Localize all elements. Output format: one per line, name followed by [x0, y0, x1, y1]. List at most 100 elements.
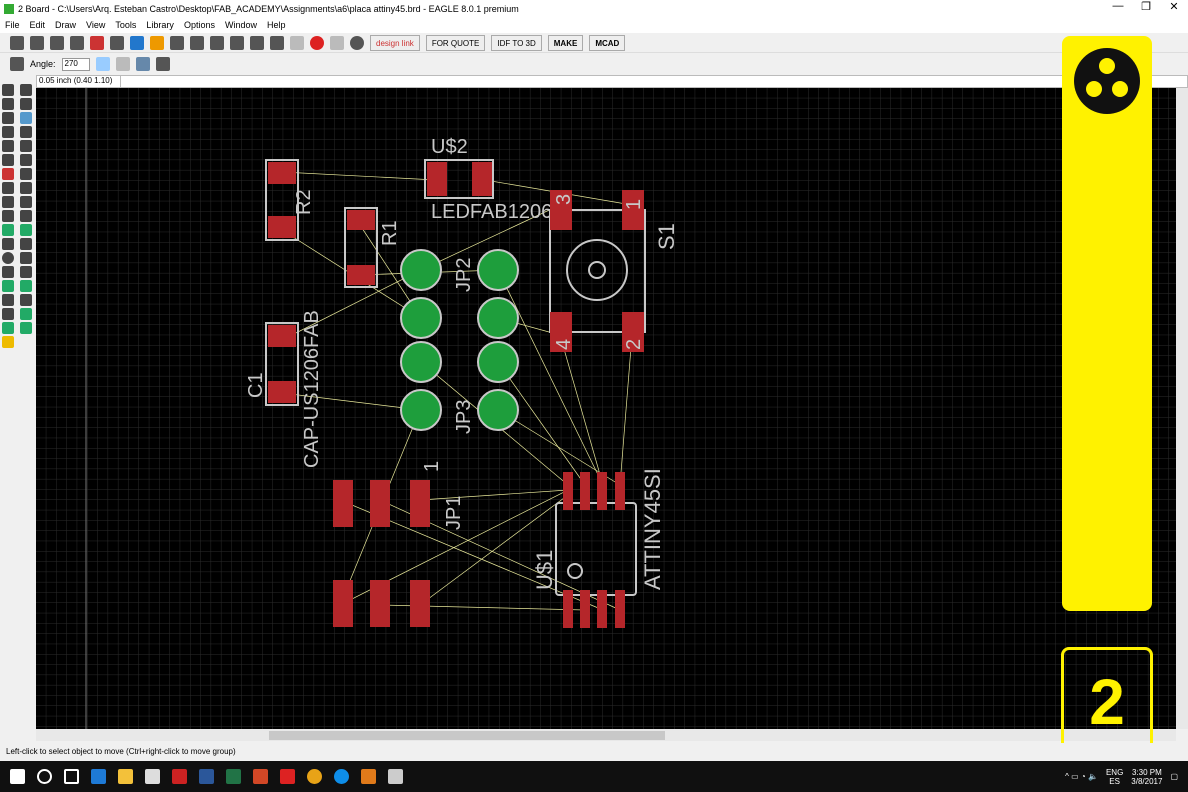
scroll-thumb[interactable] [269, 731, 665, 740]
language-primary[interactable]: ENG [1106, 768, 1123, 777]
maximize-button[interactable]: ❐ [1132, 0, 1160, 13]
wire-icon[interactable] [2, 238, 14, 250]
notifications-icon[interactable]: ▢ [1170, 772, 1178, 781]
menu-tools[interactable]: Tools [115, 20, 136, 30]
attribute-icon[interactable] [20, 294, 32, 306]
autorouter-icon[interactable] [20, 308, 32, 320]
show-icon[interactable] [20, 84, 32, 96]
zoom-select-icon[interactable] [250, 35, 264, 50]
zoom-out-icon[interactable] [210, 35, 224, 50]
teamviewer-icon[interactable] [334, 769, 349, 784]
add-icon[interactable] [2, 168, 14, 180]
ulp-icon[interactable] [130, 35, 144, 50]
rotate-icon[interactable] [20, 126, 32, 138]
excel-icon[interactable] [226, 769, 241, 784]
menu-window[interactable]: Window [225, 20, 257, 30]
mark-icon[interactable] [20, 98, 32, 110]
move-icon[interactable] [2, 112, 14, 124]
ratsnest-icon[interactable] [2, 308, 14, 320]
errors-icon[interactable] [2, 336, 14, 348]
group-icon[interactable] [20, 112, 32, 124]
go-icon[interactable] [330, 35, 344, 50]
file-explorer-icon[interactable] [118, 769, 133, 784]
menu-file[interactable]: File [5, 20, 20, 30]
zoom-fit-icon[interactable] [170, 35, 184, 50]
store-icon[interactable] [145, 769, 160, 784]
menu-help[interactable]: Help [267, 20, 286, 30]
edge-icon[interactable] [91, 769, 106, 784]
inkscape-icon[interactable] [388, 769, 403, 784]
sch-icon[interactable] [90, 35, 104, 50]
text-icon[interactable] [20, 238, 32, 250]
layout-alt-icon[interactable] [155, 57, 170, 71]
zoom-redraw-icon[interactable] [230, 35, 244, 50]
arc-icon[interactable] [20, 252, 32, 264]
delete-icon[interactable] [2, 154, 14, 166]
mirror-tool-icon[interactable] [2, 126, 14, 138]
rect-icon[interactable] [2, 266, 14, 278]
mirror-icon[interactable] [95, 57, 110, 71]
mcad-button[interactable]: MCAD [589, 34, 626, 51]
clock-time[interactable]: 3:30 PM [1132, 768, 1162, 777]
layout-icon[interactable] [135, 57, 150, 71]
circle-icon[interactable] [2, 252, 14, 264]
ripup-icon[interactable] [20, 224, 32, 236]
value-icon[interactable] [20, 210, 32, 222]
cam-icon[interactable] [70, 35, 84, 50]
language-secondary[interactable]: ES [1109, 777, 1120, 786]
board-canvas[interactable]: R2 CAP-US1206FAB U$2 LEDFAB1206 R1 C1 JP… [36, 88, 1176, 729]
split-icon[interactable] [2, 182, 14, 194]
hole-icon[interactable] [2, 294, 14, 306]
make-button[interactable]: MAKE [547, 34, 584, 51]
paste-icon[interactable] [20, 140, 32, 152]
task-view-icon[interactable] [64, 769, 79, 784]
run-icon[interactable] [150, 35, 164, 50]
design-link-button[interactable]: design link [370, 34, 420, 51]
menu-view[interactable]: View [86, 20, 105, 30]
menu-draw[interactable]: Draw [55, 20, 76, 30]
word-icon[interactable] [199, 769, 214, 784]
smash-icon[interactable] [20, 196, 32, 208]
menu-library[interactable]: Library [146, 20, 174, 30]
display-icon[interactable] [2, 98, 14, 110]
drc-icon[interactable] [2, 322, 14, 334]
minimize-button[interactable]: — [1104, 0, 1132, 13]
search-icon[interactable] [37, 769, 52, 784]
info-icon[interactable] [2, 84, 14, 96]
optimize-icon[interactable] [20, 182, 32, 194]
wrench-icon[interactable] [20, 154, 32, 166]
grid-icon[interactable] [10, 57, 24, 71]
gift-app-icon[interactable] [172, 769, 187, 784]
print-icon[interactable] [50, 35, 64, 50]
menu-options[interactable]: Options [184, 20, 215, 30]
copy-icon[interactable] [2, 140, 14, 152]
eagle-icon[interactable] [361, 769, 376, 784]
foxit-icon[interactable] [280, 769, 295, 784]
stop-icon[interactable] [310, 35, 324, 50]
angle-select[interactable]: 270 [61, 57, 90, 71]
open-icon[interactable] [10, 35, 24, 50]
undo-icon[interactable] [270, 35, 284, 50]
save-icon[interactable] [30, 35, 44, 50]
windows-start-icon[interactable] [10, 769, 25, 784]
horizontal-scrollbar[interactable] [36, 729, 1176, 741]
route-icon[interactable] [2, 224, 14, 236]
replace-icon[interactable] [20, 168, 32, 180]
lock-icon[interactable] [2, 196, 14, 208]
vertical-scrollbar[interactable] [1176, 88, 1188, 729]
close-button[interactable]: ✕ [1160, 0, 1188, 13]
tray-icons[interactable]: ^ ▭ ◔ 🔈 [1065, 772, 1098, 781]
polygon-icon[interactable] [20, 266, 32, 278]
idf-to-3d-button[interactable]: IDF TO 3D [491, 34, 542, 51]
script-icon[interactable] [110, 35, 124, 50]
spin-icon[interactable] [115, 57, 130, 71]
command-input[interactable] [121, 76, 1187, 87]
for-quote-button[interactable]: FOR QUOTE [425, 34, 486, 51]
redo-icon[interactable] [290, 35, 304, 50]
signal-icon[interactable] [20, 280, 32, 292]
powerpoint-icon[interactable] [253, 769, 268, 784]
clock-date[interactable]: 3/8/2017 [1131, 777, 1162, 786]
menu-edit[interactable]: Edit [30, 20, 46, 30]
via-icon[interactable] [2, 280, 14, 292]
help-icon[interactable] [350, 35, 364, 50]
